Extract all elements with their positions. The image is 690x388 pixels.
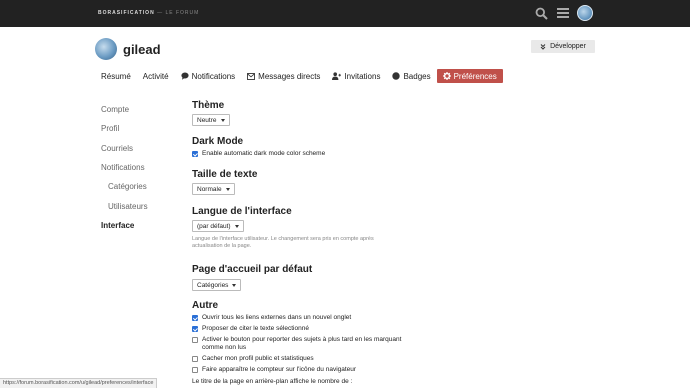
option-label: Ouvrir tous les liens externes dans un n…: [202, 314, 352, 321]
hide-profile-checkbox[interactable]: [192, 356, 198, 362]
title-count-label: Le titre de la page en arrière-plan affi…: [192, 378, 353, 385]
favicon-counter-checkbox[interactable]: [192, 367, 198, 373]
tab-badges[interactable]: Badges: [386, 69, 436, 83]
tab-notifications[interactable]: Notifications: [175, 69, 242, 83]
status-bar-url: https://forum.borasification.com/u/gilea…: [0, 378, 158, 388]
tab-label: Messages directs: [258, 71, 321, 81]
text-size-title: Taille de texte: [192, 169, 258, 180]
language-help-line: Langue de l'interface utilisateur. Le ch…: [192, 236, 374, 242]
user-plus-icon: [332, 72, 342, 80]
option-label: Cacher mon profil public et statistiques: [202, 355, 314, 362]
user-nav-tabs: Résumé Activité Notifications Messages d…: [95, 69, 503, 83]
theme-select-value: Neutre: [197, 116, 217, 124]
tab-activite[interactable]: Activité: [137, 69, 175, 83]
text-size-select-value: Normale: [197, 185, 222, 193]
language-select-value: (par défaut): [197, 222, 231, 230]
tab-label: Notifications: [191, 71, 236, 81]
badge-icon: [392, 72, 401, 80]
homepage-select-value: Catégories: [197, 281, 229, 289]
brand-separator: —: [157, 10, 164, 16]
sidebar-item-notifications[interactable]: Notifications: [101, 158, 148, 177]
sidebar-item-utilisateurs[interactable]: Utilisateurs: [101, 196, 148, 215]
option-label: Activer le bouton pour reporter des suje…: [202, 336, 401, 352]
dark-mode-label: Enable automatic dark mode color scheme: [202, 150, 326, 157]
language-title: Langue de l'interface: [192, 206, 292, 217]
external-links-checkbox[interactable]: [192, 315, 198, 321]
option-hide-profile[interactable]: Cacher mon profil public et statistiques: [192, 355, 314, 363]
language-select[interactable]: (par défaut): [192, 220, 244, 232]
tab-label: Invitations: [344, 71, 381, 81]
user-avatar[interactable]: [577, 5, 593, 21]
dark-mode-option[interactable]: Enable automatic dark mode color scheme: [192, 150, 325, 158]
gear-icon: [442, 72, 451, 80]
defer-topics-checkbox[interactable]: [192, 337, 198, 343]
expand-button-label: Développer: [550, 43, 586, 50]
homepage-title: Page d'accueil par défaut: [192, 264, 313, 275]
tab-label: Activité: [142, 71, 169, 81]
tab-label: Préférences: [453, 71, 497, 81]
brand-subtitle: LE FORUM: [165, 10, 200, 16]
option-label: Proposer de citer le texte sélectionné: [202, 325, 309, 332]
option-label-line: comme non lus: [202, 344, 247, 351]
theme-select[interactable]: Neutre: [192, 114, 230, 126]
tab-label: Résumé: [101, 71, 131, 81]
option-favicon-counter[interactable]: Faire apparaître le compteur sur l'icône…: [192, 366, 356, 374]
sidebar-item-interface[interactable]: Interface: [101, 216, 148, 235]
caret-down-icon: [220, 118, 225, 122]
caret-down-icon: [225, 187, 230, 191]
option-label: Faire apparaître le compteur sur l'icône…: [202, 366, 357, 373]
search-icon[interactable]: [533, 5, 549, 21]
quote-selection-checkbox[interactable]: [192, 326, 198, 332]
dark-mode-checkbox[interactable]: [192, 151, 198, 157]
double-chevron-down-icon: [540, 43, 546, 50]
other-title: Autre: [192, 300, 219, 311]
tab-invitations[interactable]: Invitations: [326, 69, 386, 83]
preferences-sidebar: Compte Profil Courriels Notifications Ca…: [101, 100, 148, 235]
option-defer-topics[interactable]: Activer le bouton pour reporter des suje…: [192, 336, 401, 352]
option-quote-selection[interactable]: Proposer de citer le texte sélectionné: [192, 325, 309, 333]
option-external-links[interactable]: Ouvrir tous les liens externes dans un n…: [192, 314, 351, 322]
language-help: Langue de l'interface utilisateur. Le ch…: [192, 236, 422, 250]
top-header: BORASIFICATION — LE FORUM: [0, 0, 690, 27]
theme-title: Thème: [192, 100, 225, 111]
avatar: [95, 38, 117, 60]
chat-bubble-icon: [180, 72, 189, 80]
sidebar-item-courriels[interactable]: Courriels: [101, 139, 148, 158]
sidebar-item-categories[interactable]: Catégories: [101, 177, 148, 196]
language-help-line: actualisation de la page.: [192, 243, 252, 249]
tab-messages[interactable]: Messages directs: [241, 69, 326, 83]
caret-down-icon: [234, 224, 239, 228]
option-label-line: Activer le bouton pour reporter des suje…: [202, 336, 402, 343]
tab-label: Badges: [403, 71, 431, 81]
user-header: gilead: [95, 38, 161, 60]
tab-resume[interactable]: Résumé: [95, 69, 137, 83]
tab-preferences[interactable]: Préférences: [436, 69, 503, 83]
hamburger-menu-icon[interactable]: [555, 5, 571, 21]
sidebar-item-profil[interactable]: Profil: [101, 119, 148, 138]
brand-name: BORASIFICATION: [98, 10, 155, 16]
sidebar-item-compte[interactable]: Compte: [101, 100, 148, 119]
expand-button[interactable]: Développer: [531, 40, 595, 53]
username: gilead: [123, 41, 161, 57]
dark-mode-title: Dark Mode: [192, 136, 244, 147]
caret-down-icon: [232, 283, 237, 287]
envelope-icon: [247, 72, 256, 80]
text-size-select[interactable]: Normale: [192, 183, 235, 195]
site-logo[interactable]: BORASIFICATION — LE FORUM: [98, 10, 199, 16]
homepage-select[interactable]: Catégories: [192, 279, 242, 291]
